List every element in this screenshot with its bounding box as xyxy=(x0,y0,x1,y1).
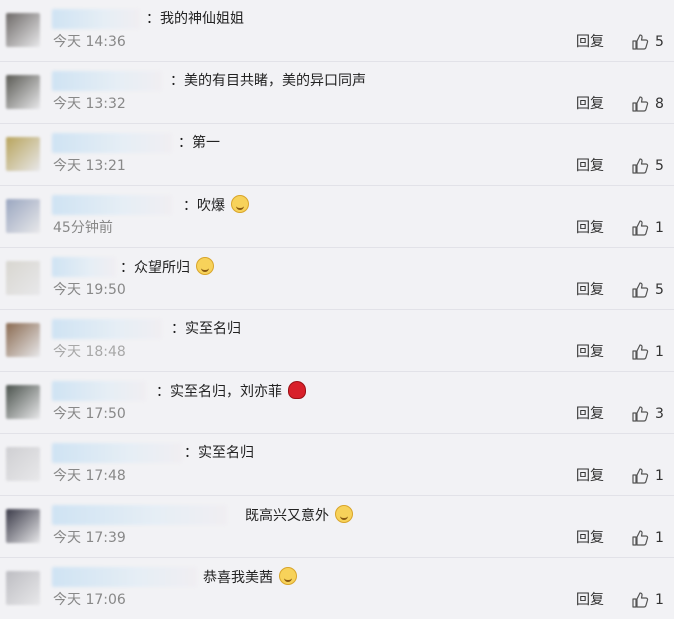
username-blurred[interactable] xyxy=(52,257,116,277)
timestamp: 今天 19:50 xyxy=(53,282,126,298)
thumbs-up-icon xyxy=(632,530,649,546)
comment-text: ：实至名归，刘亦菲 xyxy=(156,381,307,402)
reply-button[interactable]: 回复 xyxy=(576,343,604,361)
comment-text: ：第一 xyxy=(178,135,220,151)
like-button[interactable]: 3 xyxy=(631,405,664,423)
username-blurred[interactable] xyxy=(52,443,182,463)
comment-text: 恭喜我美茜 xyxy=(203,567,298,588)
username-blurred[interactable] xyxy=(52,381,146,401)
timestamp: 今天 13:32 xyxy=(53,96,126,112)
avatar[interactable] xyxy=(6,137,40,171)
reply-button[interactable]: 回复 xyxy=(576,405,604,423)
avatar[interactable] xyxy=(6,261,40,295)
rose-icon xyxy=(288,381,307,399)
comment-row: 既高兴又意外 今天 17:39 回复 1 xyxy=(0,496,674,558)
reply-button[interactable]: 回复 xyxy=(576,281,604,299)
thumbs-up-icon xyxy=(632,220,649,236)
comment-text: ：美的有目共睹，美的异口同声 xyxy=(170,73,366,89)
timestamp: 今天 17:06 xyxy=(53,592,126,608)
like-count: 5 xyxy=(655,282,664,298)
like-button[interactable]: 1 xyxy=(631,529,664,547)
comment-text: ：实至名归 xyxy=(171,321,241,337)
like-button[interactable]: 1 xyxy=(631,219,664,237)
like-count: 5 xyxy=(655,158,664,174)
thumbs-up-icon xyxy=(632,282,649,298)
avatar[interactable] xyxy=(6,13,40,47)
like-button[interactable]: 5 xyxy=(631,281,664,299)
avatar[interactable] xyxy=(6,385,40,419)
comment-row: 恭喜我美茜 今天 17:06 回复 1 xyxy=(0,558,674,619)
thumbs-up-icon xyxy=(632,158,649,174)
timestamp: 今天 14:36 xyxy=(53,34,126,50)
reply-button[interactable]: 回复 xyxy=(576,219,604,237)
username-blurred[interactable] xyxy=(52,195,172,215)
like-button[interactable]: 5 xyxy=(631,157,664,175)
like-count: 1 xyxy=(655,468,664,484)
reply-button[interactable]: 回复 xyxy=(576,157,604,175)
comment-text: 既高兴又意外 xyxy=(245,505,354,526)
thumbs-up-icon xyxy=(632,96,649,112)
like-count: 8 xyxy=(655,96,664,112)
comment-text: ：我的神仙姐姐 xyxy=(146,11,244,27)
username-blurred[interactable] xyxy=(52,71,162,91)
grin-icon xyxy=(231,195,250,213)
thumbs-up-icon xyxy=(632,406,649,422)
kiss-icon xyxy=(279,567,298,585)
timestamp: 今天 13:21 xyxy=(53,158,126,174)
like-count: 1 xyxy=(655,220,664,236)
comment-row: ：吹爆 45分钟前 回复 1 xyxy=(0,186,674,248)
avatar[interactable] xyxy=(6,75,40,109)
timestamp: 今天 18:48 xyxy=(53,344,126,360)
timestamp: 今天 17:39 xyxy=(53,530,126,546)
avatar[interactable] xyxy=(6,509,40,543)
timestamp: 今天 17:48 xyxy=(53,468,126,484)
reply-button[interactable]: 回复 xyxy=(576,529,604,547)
like-button[interactable]: 8 xyxy=(631,95,664,113)
comment-row: ：实至名归，刘亦菲 今天 17:50 回复 3 xyxy=(0,372,674,434)
thumbs-up-icon xyxy=(632,592,649,608)
laugh-icon xyxy=(335,505,354,523)
thumbs-up-icon xyxy=(632,468,649,484)
comment-row: ：实至名归 今天 17:48 回复 1 xyxy=(0,434,674,496)
like-count: 1 xyxy=(655,530,664,546)
comment-row: ：第一 今天 13:21 回复 5 xyxy=(0,124,674,186)
username-blurred[interactable] xyxy=(52,567,197,587)
reply-button[interactable]: 回复 xyxy=(576,95,604,113)
timestamp: 今天 17:50 xyxy=(53,406,126,422)
reply-button[interactable]: 回复 xyxy=(576,467,604,485)
comment-row: ：美的有目共睹，美的异口同声 今天 13:32 回复 8 xyxy=(0,62,674,124)
comment-row: ：众望所归 今天 19:50 回复 5 xyxy=(0,248,674,310)
thumbs-up-icon xyxy=(632,344,649,360)
like-count: 3 xyxy=(655,406,664,422)
avatar[interactable] xyxy=(6,447,40,481)
like-count: 1 xyxy=(655,344,664,360)
comment-text: ：众望所归 xyxy=(120,257,215,278)
avatar[interactable] xyxy=(6,199,40,233)
comment-row: ：实至名归 今天 18:48 回复 1 xyxy=(0,310,674,372)
like-count: 1 xyxy=(655,592,664,608)
comment-list: ：我的神仙姐姐 今天 14:36 回复 5 ：美的有目共睹，美的异口同声 今天 … xyxy=(0,0,674,619)
timestamp: 45分钟前 xyxy=(53,220,113,236)
comment-row: ：我的神仙姐姐 今天 14:36 回复 5 xyxy=(0,0,674,62)
avatar[interactable] xyxy=(6,323,40,357)
like-count: 5 xyxy=(655,34,664,50)
username-blurred[interactable] xyxy=(52,319,162,339)
like-button[interactable]: 1 xyxy=(631,343,664,361)
username-blurred[interactable] xyxy=(52,9,140,29)
like-button[interactable]: 1 xyxy=(631,467,664,485)
like-button[interactable]: 5 xyxy=(631,33,664,51)
like-button[interactable]: 1 xyxy=(631,591,664,609)
username-blurred[interactable] xyxy=(52,505,227,525)
reply-button[interactable]: 回复 xyxy=(576,591,604,609)
comment-text: ：吹爆 xyxy=(183,195,250,216)
comment-text: ：实至名归 xyxy=(184,445,254,461)
avatar[interactable] xyxy=(6,571,40,605)
cat-icon xyxy=(196,257,215,275)
reply-button[interactable]: 回复 xyxy=(576,33,604,51)
username-blurred[interactable] xyxy=(52,133,172,153)
thumbs-up-icon xyxy=(632,34,649,50)
